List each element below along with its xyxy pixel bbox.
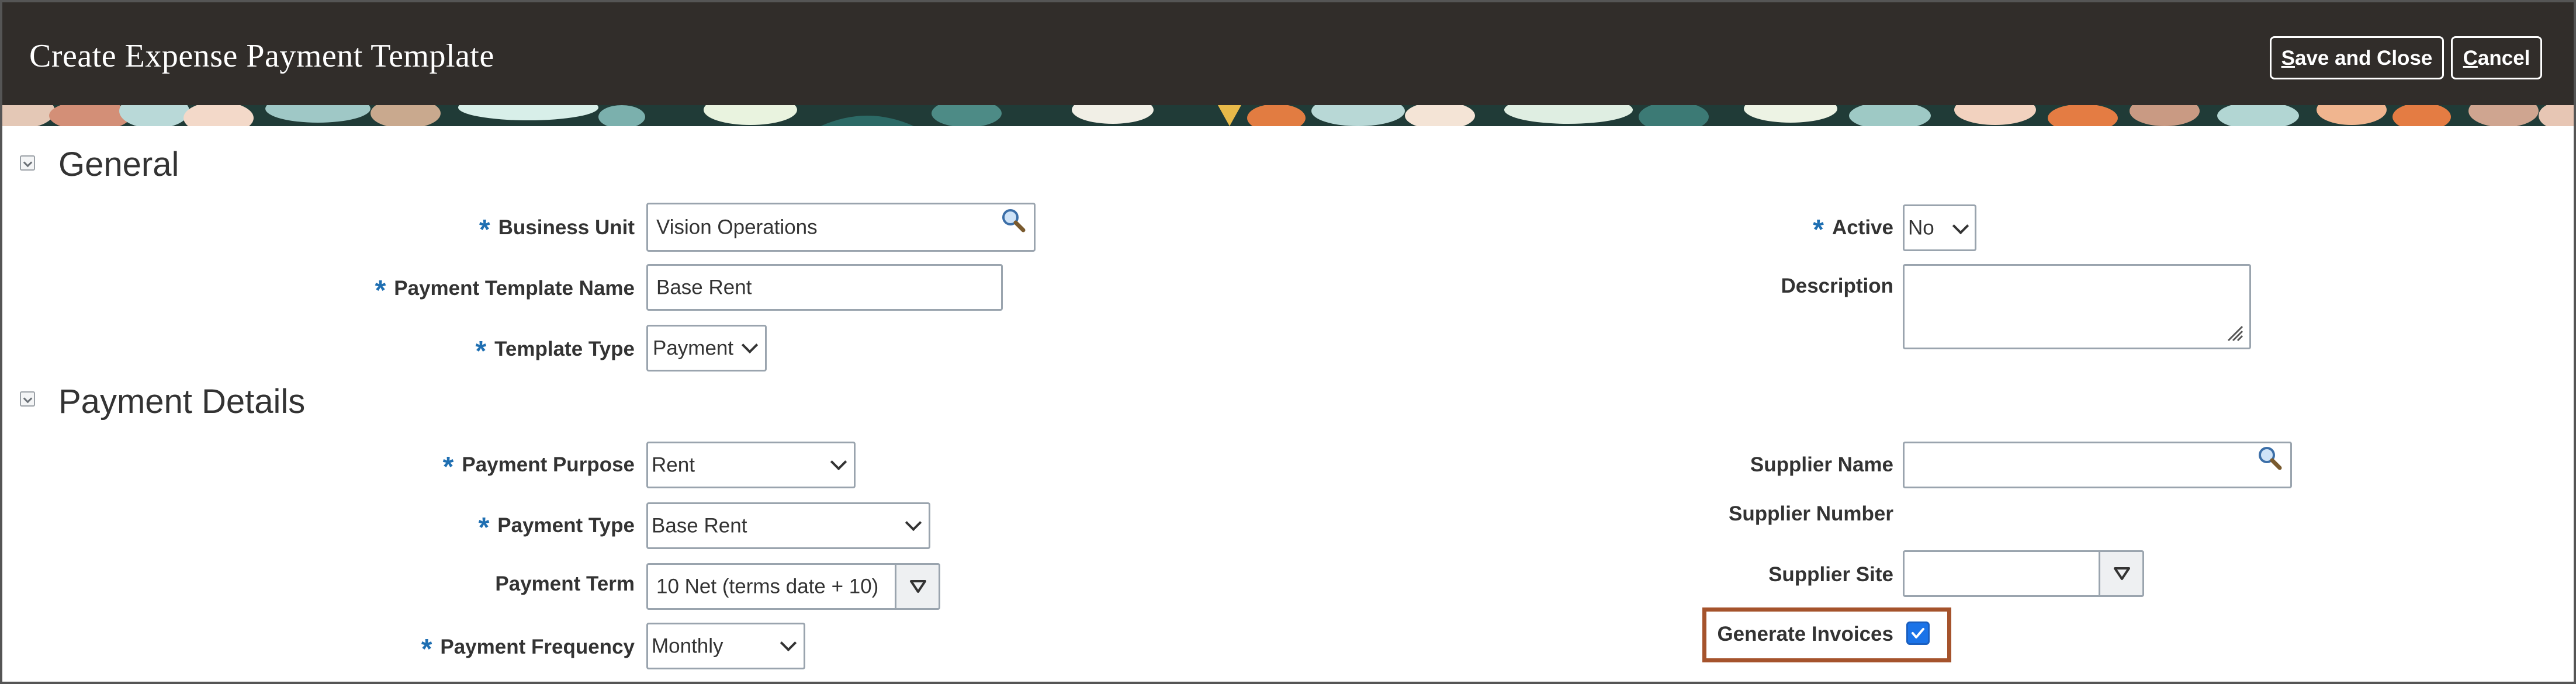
payment-term-dropdown-button[interactable]: [895, 563, 940, 610]
payment-type-label: * Payment Type: [479, 512, 635, 544]
generate-invoices-label: Generate Invoices: [1717, 623, 1893, 645]
required-indicator: *: [375, 275, 386, 306]
chevron-down-icon: [780, 634, 797, 652]
chevron-down-icon: [830, 453, 847, 471]
business-unit-input[interactable]: Vision Operations: [646, 203, 1036, 252]
template-name-label: * Payment Template Name: [375, 275, 635, 307]
payment-term-value: 10 Net (terms date + 10): [656, 575, 879, 598]
cancel-button[interactable]: Cancel: [2451, 36, 2542, 79]
template-name-input[interactable]: Base Rent: [646, 264, 1003, 311]
business-unit-value: Vision Operations: [656, 216, 818, 239]
cancel-accesskey: C: [2463, 47, 2478, 70]
template-type-label: * Template Type: [475, 335, 635, 367]
payment-purpose-label-text: Payment Purpose: [462, 453, 635, 476]
required-indicator: *: [479, 214, 490, 245]
cancel-label: ancel: [2477, 47, 2530, 70]
payment-type-select[interactable]: Base Rent: [646, 502, 930, 549]
required-indicator: *: [421, 634, 432, 665]
payment-purpose-label: * Payment Purpose: [443, 451, 635, 483]
active-value: No: [1908, 216, 1934, 239]
description-textarea[interactable]: [1903, 264, 2251, 349]
template-name-label-text: Payment Template Name: [394, 277, 635, 300]
checkmark-icon: [1912, 628, 1924, 638]
save-and-close-accesskey: S: [2281, 47, 2295, 70]
section-title-general: General: [58, 145, 179, 183]
chevron-down-icon: [1952, 217, 1969, 235]
collapse-general-icon[interactable]: [20, 155, 35, 171]
section-title-payment-details: Payment Details: [58, 383, 306, 421]
page-title: Create Expense Payment Template: [29, 38, 494, 74]
active-select[interactable]: No: [1903, 204, 1976, 251]
active-label-text: Active: [1831, 216, 1893, 239]
payment-frequency-label: * Payment Frequency: [421, 633, 635, 665]
payment-type-label-text: Payment Type: [497, 514, 635, 537]
triangle-down-icon: [2114, 567, 2130, 580]
business-unit-label-text: Business Unit: [498, 216, 635, 239]
banner-artwork: [2, 105, 2574, 126]
save-and-close-label: ave and Close: [2294, 47, 2433, 70]
supplier-site-dropdown-button[interactable]: [2099, 550, 2144, 597]
supplier-site-label: Supplier Site: [1768, 563, 1893, 586]
chevron-down-icon: [741, 336, 759, 354]
payment-purpose-value: Rent: [652, 453, 695, 477]
payment-type-value: Base Rent: [652, 514, 747, 537]
active-label: * Active: [1813, 214, 1893, 246]
search-icon[interactable]: [999, 207, 1027, 235]
payment-frequency-select[interactable]: Monthly: [646, 623, 805, 669]
template-type-label-text: Template Type: [494, 338, 635, 360]
supplier-site-input[interactable]: [1903, 550, 2100, 597]
supplier-name-input[interactable]: [1903, 442, 2292, 488]
payment-frequency-value: Monthly: [652, 634, 723, 658]
template-type-value: Payment: [653, 336, 734, 360]
decorative-banner: [2, 105, 2574, 126]
triangle-down-icon: [910, 580, 926, 593]
template-type-select[interactable]: Payment: [646, 325, 767, 371]
template-name-value: Base Rent: [656, 276, 752, 299]
payment-purpose-select[interactable]: Rent: [646, 442, 856, 488]
save-and-close-button[interactable]: Save and Close: [2270, 36, 2444, 79]
payment-term-label: Payment Term: [495, 572, 635, 595]
collapse-payment-details-icon[interactable]: [20, 391, 35, 407]
required-indicator: *: [478, 512, 490, 543]
business-unit-label: * Business Unit: [479, 214, 635, 246]
payment-term-input[interactable]: 10 Net (terms date + 10): [646, 563, 896, 610]
resize-handle-icon[interactable]: [2225, 323, 2245, 343]
required-indicator: *: [1813, 214, 1824, 245]
required-indicator: *: [475, 336, 487, 367]
description-label: Description: [1781, 275, 1893, 297]
chevron-down-icon: [905, 514, 922, 532]
required-indicator: *: [442, 452, 454, 482]
page-header: Create Expense Payment Template Save and…: [0, 0, 2576, 105]
payment-frequency-label-text: Payment Frequency: [440, 636, 635, 658]
supplier-number-label: Supplier Number: [1729, 502, 1893, 525]
generate-invoices-checkbox[interactable]: [1906, 621, 1930, 645]
search-icon[interactable]: [2255, 445, 2283, 473]
supplier-name-label: Supplier Name: [1750, 453, 1893, 476]
